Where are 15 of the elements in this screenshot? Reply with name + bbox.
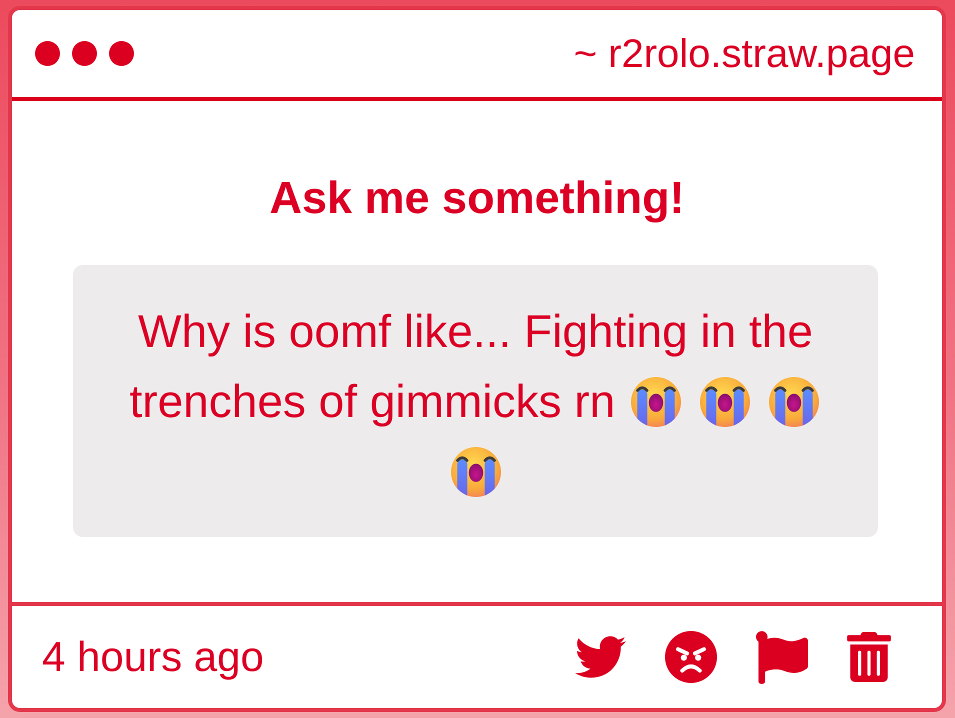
crying-face-icon [700, 377, 750, 427]
crying-face-icon [768, 377, 819, 427]
flag-icon[interactable] [756, 630, 808, 684]
trash-icon[interactable] [847, 632, 891, 682]
site-link[interactable]: ~ r2rolo.straw.page [574, 30, 915, 78]
dot-icon [72, 41, 97, 66]
crying-face-icon [630, 377, 681, 427]
dot-icon [35, 41, 60, 66]
bird-icon[interactable] [575, 636, 626, 678]
crying-face-icon [450, 447, 500, 497]
timestamp: 4 hours ago [42, 632, 264, 682]
question-text: Why is oomf like... Fighting in the trenches of gimmicks rn [111, 296, 840, 506]
angry-face-icon[interactable] [665, 631, 717, 683]
prompt-heading: Ask me something! [269, 172, 685, 224]
dot-icon [109, 41, 134, 66]
